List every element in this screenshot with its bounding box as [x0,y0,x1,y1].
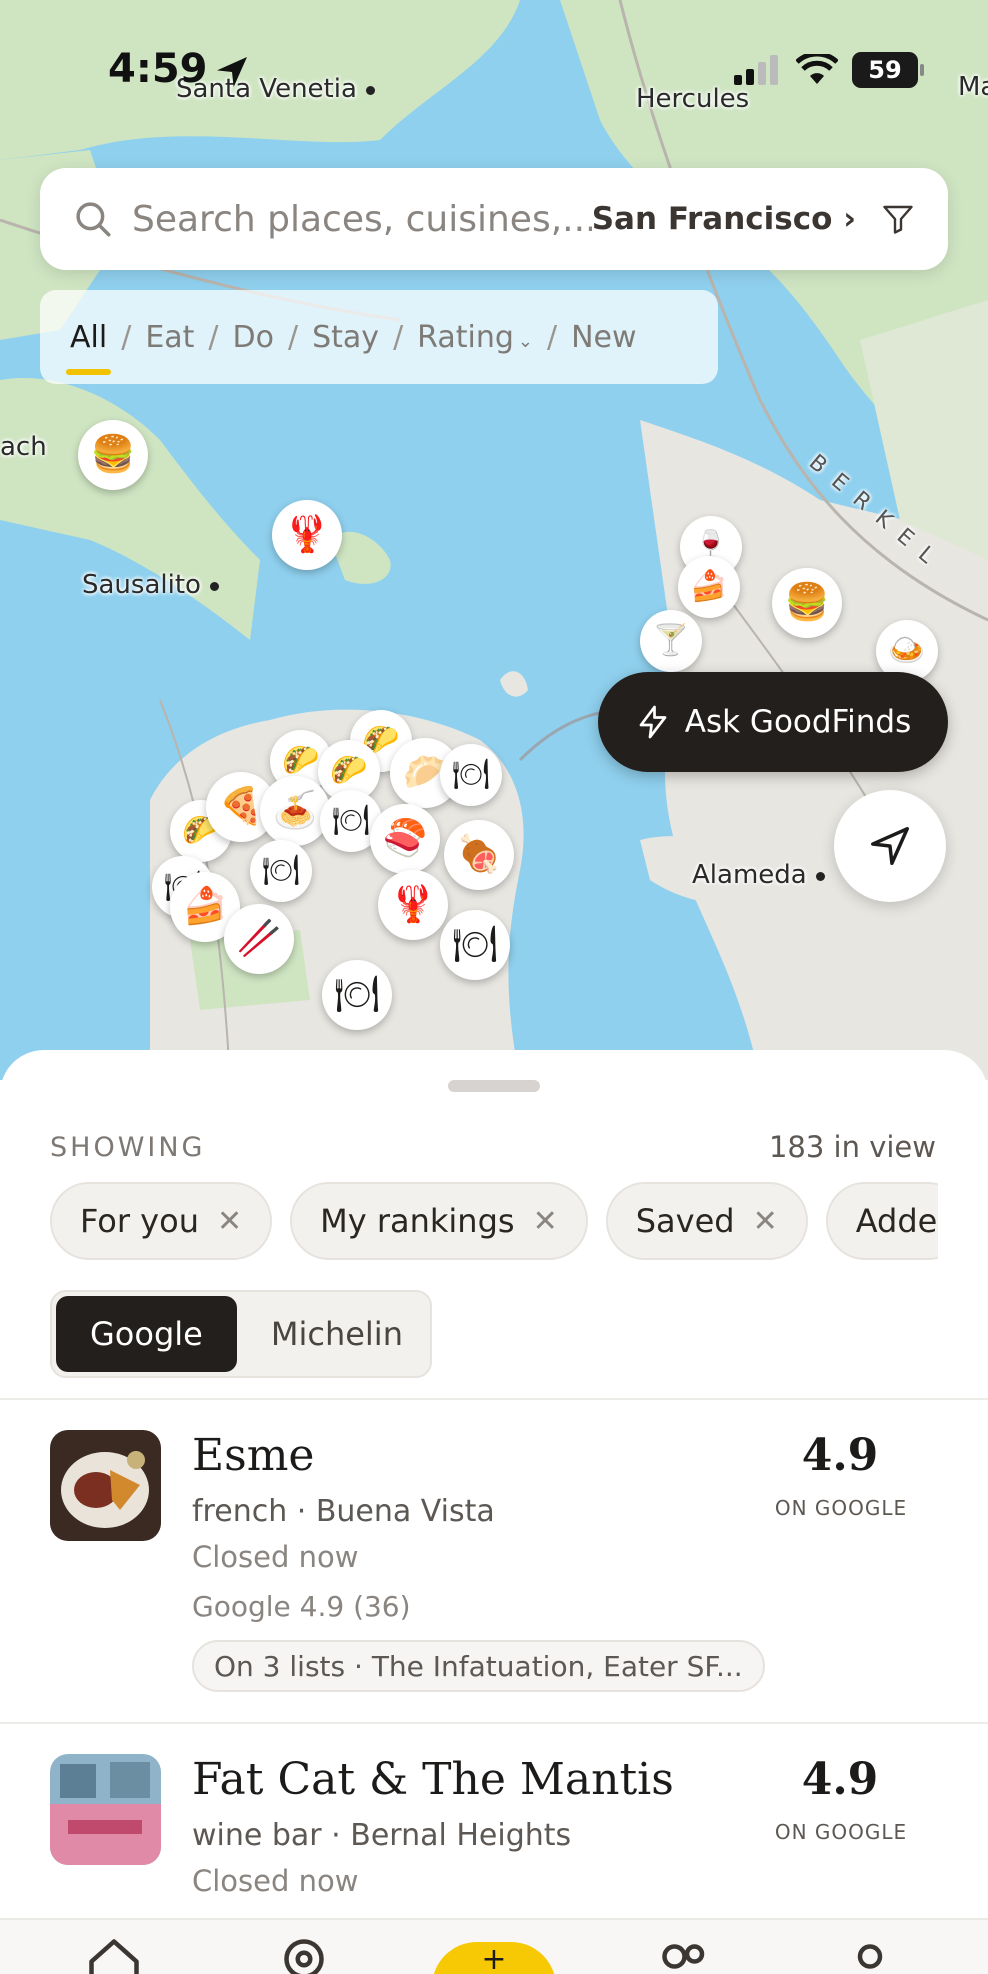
plate-pin-icon[interactable]: 🍽 [440,910,510,980]
category-stay[interactable]: Stay [312,320,379,355]
map-label-ma: Ma [958,72,988,102]
wifi-icon [796,54,838,84]
restaurant-meta: wine bar · Bernal Heights [192,1818,572,1853]
chip-saved[interactable]: Saved ✕ [605,1182,808,1260]
restaurant-status: Closed now [192,1540,359,1574]
cake-pin-icon[interactable]: 🍰 [678,556,740,618]
map-label-alameda: Alameda [692,860,825,890]
source-michelin[interactable]: Michelin [237,1296,437,1372]
restaurant-name[interactable]: Esme [192,1430,314,1481]
tab-home[interactable] [84,1934,144,1974]
rating-score: 4.9 [801,1430,879,1481]
chip-label: Saved [635,1202,735,1240]
chevron-down-icon: ⌄ [517,330,533,352]
chip-label: Adde [855,1202,938,1240]
filter-icon[interactable] [880,201,916,237]
category-all[interactable]: All [65,320,112,375]
tab-bar: + [0,1918,988,1974]
close-icon[interactable]: ✕ [753,1204,778,1239]
filter-chips: For you ✕ My rankings ✕ Saved ✕ Adde [50,1182,938,1260]
map-view[interactable]: Santa Venetia Hercules Ma ach Sausalito … [0,0,988,1080]
plate-pin-icon[interactable]: 🍽 [250,840,312,902]
rating-score: 4.9 [801,1754,879,1805]
separator: / [547,319,558,355]
restaurant-meta: french · Buena Vista [192,1494,495,1529]
showing-label: SHOWING [50,1132,206,1163]
meat-pin-icon[interactable]: 🍖 [444,820,514,890]
tab-add[interactable]: + [432,1942,556,1974]
status-time: 4:59 [108,46,208,92]
map-label-ach: ach [0,432,47,462]
restaurant-photo [50,1430,161,1541]
cocktail-pin-icon[interactable]: 🍸 [640,610,702,672]
profile-icon [857,1944,883,1969]
location-arrow-icon [217,57,247,87]
home-icon [89,1939,139,1974]
category-do[interactable]: Do [233,320,274,355]
tab-friends[interactable] [652,1934,712,1974]
category-eat[interactable]: Eat [145,320,194,355]
plate-pin-icon[interactable]: 🍽 [440,744,502,806]
add-icon: + [481,1942,507,1974]
restaurant-photo [50,1754,161,1865]
battery-indicator: 59 [852,52,924,88]
result-row[interactable]: Esme french · Buena Vista Closed now Goo… [0,1430,988,1720]
lobster-pin-icon[interactable]: 🦞 [272,500,342,570]
map-pin-icon [284,1939,324,1974]
sheet-drag-handle[interactable] [448,1080,540,1092]
navigation-arrow-icon [871,827,909,865]
close-icon[interactable]: ✕ [533,1204,558,1239]
ask-goodfinds-button[interactable]: Ask GoodFinds [598,672,948,772]
status-indicators: 59 [734,52,924,88]
chip-my-rankings[interactable]: My rankings ✕ [290,1182,588,1260]
search-input[interactable]: Search places, cuisines,... [132,199,592,240]
divider [0,1398,988,1400]
plate-pin-icon[interactable]: 🍽 [322,960,392,1030]
ask-goodfinds-label: Ask GoodFinds [684,704,912,740]
chip-for-you[interactable]: For you ✕ [50,1182,273,1260]
source-google[interactable]: Google [56,1296,237,1372]
city-selector[interactable]: San Francisco › [592,201,856,237]
chopsticks-pin-icon[interactable]: 🥢 [224,904,294,974]
separator: / [393,319,404,355]
restaurant-status: Closed now [192,1864,359,1898]
locate-me-button[interactable] [834,790,946,902]
signal-icon [734,55,778,85]
google-rating-text: Google 4.9 (36) [192,1590,411,1623]
sushi-pin-icon[interactable]: 🍣 [370,804,440,874]
map-label-hercules: Hercules [636,84,750,114]
results-sheet: SHOWING 183 in view For you ✕ My ranking… [0,1050,988,1974]
lobster-pin-icon[interactable]: 🦞 [378,870,448,940]
in-view-count: 183 in view [768,1130,936,1164]
restaurant-name[interactable]: Fat Cat & The Mantis [192,1754,674,1805]
result-row[interactable]: Fat Cat & The Mantis wine bar · Bernal H… [0,1754,988,1924]
friends-icon [662,1944,705,1969]
map-label-sausalito: Sausalito [82,570,219,600]
separator: / [288,319,299,355]
search-icon [76,202,111,237]
rating-source: ON GOOGLE [774,1496,908,1520]
chip-label: My rankings [320,1202,515,1240]
burger-pin-icon[interactable]: 🍔 [78,420,148,490]
divider [0,1722,988,1724]
chip-label: For you [80,1202,199,1240]
tab-profile[interactable] [840,1934,900,1974]
search-bar[interactable]: Search places, cuisines,... San Francisc… [40,168,948,270]
category-rating-label: Rating [417,319,514,355]
source-toggle: Google Michelin [50,1290,432,1378]
lists-badge[interactable]: On 3 lists · The Infatuation, Eater SF..… [192,1640,765,1692]
close-icon[interactable]: ✕ [217,1204,242,1239]
separator: / [121,319,132,355]
chip-added[interactable]: Adde [825,1182,938,1260]
rating-source: ON GOOGLE [774,1820,908,1844]
tab-map[interactable] [274,1934,334,1974]
noodle-pin-icon[interactable]: 🍝 [260,776,330,846]
category-new[interactable]: New [571,320,636,355]
category-rating[interactable]: Rating ⌄ [417,320,533,355]
burger-pin-icon[interactable]: 🍔 [772,568,842,638]
lightning-icon [639,705,667,739]
separator: / [208,319,219,355]
category-filter: All / Eat / Do / Stay / Rating ⌄ / New [40,290,718,384]
